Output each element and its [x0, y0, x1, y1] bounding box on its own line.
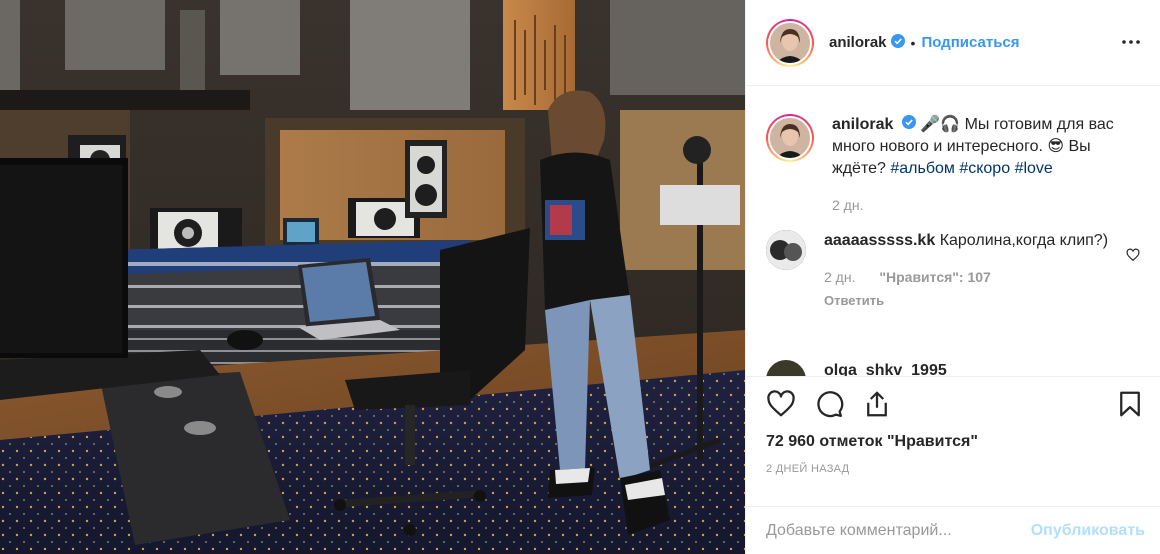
bookmark-icon[interactable] — [1115, 389, 1145, 419]
commenter-avatar[interactable] — [766, 360, 806, 376]
comment-username[interactable]: aaaaasssss.kk — [824, 232, 935, 249]
hashtag-soon[interactable]: #скоро — [959, 160, 1010, 177]
comment-icon[interactable] — [814, 389, 844, 419]
add-comment-bar: Опубликовать — [746, 506, 1160, 554]
caption-body: anilorak 🎤🎧 Мы готовим для вас много нов… — [832, 114, 1132, 216]
commenter-avatar[interactable] — [766, 230, 806, 270]
post-photo[interactable] — [0, 0, 745, 554]
comments-list[interactable]: anilorak 🎤🎧 Мы готовим для вас много нов… — [746, 86, 1160, 376]
caption-avatar[interactable] — [766, 114, 814, 162]
separator-dot: • — [910, 34, 916, 51]
comment-meta: 2 дн. "Нравится": 107 Ответить — [824, 266, 1124, 312]
caption-emoji: 🎤🎧 — [920, 116, 961, 134]
caption-username[interactable]: anilorak — [832, 116, 893, 133]
avatar-image — [770, 22, 810, 63]
publish-button[interactable]: Опубликовать — [1031, 522, 1145, 540]
author-username[interactable]: anilorak — [829, 34, 887, 51]
comment-like-heart-icon[interactable] — [1126, 248, 1140, 262]
comment-username[interactable]: olga_shkv_1995 — [824, 362, 947, 376]
avatar-image — [766, 230, 806, 270]
caption: anilorak 🎤🎧 Мы готовим для вас много нов… — [766, 114, 1146, 216]
avatar-image — [770, 118, 810, 158]
follow-button[interactable]: Подписаться — [921, 34, 1019, 51]
comment-body: olga_shkv_1995 — [824, 360, 1124, 376]
instagram-post: anilorak • Подписаться anilorak 🎤🎧 Мы го… — [0, 0, 1160, 554]
hashtag-album[interactable]: #альбом — [890, 160, 955, 177]
more-options-icon[interactable] — [1119, 30, 1143, 54]
reply-button[interactable]: Ответить — [824, 290, 1124, 312]
comment-body: aaaaasssss.kk Каролина,когда клип?) 2 дн… — [824, 230, 1124, 312]
comment-text: Каролина,когда клип?) — [939, 232, 1109, 249]
post-side-panel: anilorak • Подписаться anilorak 🎤🎧 Мы го… — [745, 0, 1160, 554]
caption-meta: 2 дн. — [832, 194, 1132, 216]
share-icon[interactable] — [862, 389, 892, 419]
comment-item: olga_shkv_1995 — [766, 360, 1146, 376]
post-header: anilorak • Подписаться — [746, 0, 1160, 86]
comment-input[interactable] — [766, 521, 1031, 540]
author-avatar[interactable] — [766, 18, 814, 67]
studio-photo-illustration — [0, 0, 745, 554]
likes-count[interactable]: 72 960 отметок "Нравится" — [766, 433, 978, 451]
caption-time[interactable]: 2 дн. — [832, 197, 863, 213]
post-date[interactable]: 2 ДНЕЙ НАЗАД — [766, 463, 849, 475]
action-icons — [766, 389, 892, 423]
post-actions: 72 960 отметок "Нравится" 2 ДНЕЙ НАЗАД — [746, 376, 1160, 506]
heart-icon[interactable] — [766, 389, 796, 419]
comment-item: aaaaasssss.kk Каролина,когда клип?) 2 дн… — [766, 230, 1146, 312]
verified-badge-icon — [890, 34, 905, 51]
comment-likes[interactable]: "Нравится": 107 — [879, 269, 990, 285]
verified-badge-icon — [901, 114, 916, 136]
comment-time[interactable]: 2 дн. — [824, 269, 855, 285]
hashtag-love[interactable]: #love — [1015, 160, 1053, 177]
